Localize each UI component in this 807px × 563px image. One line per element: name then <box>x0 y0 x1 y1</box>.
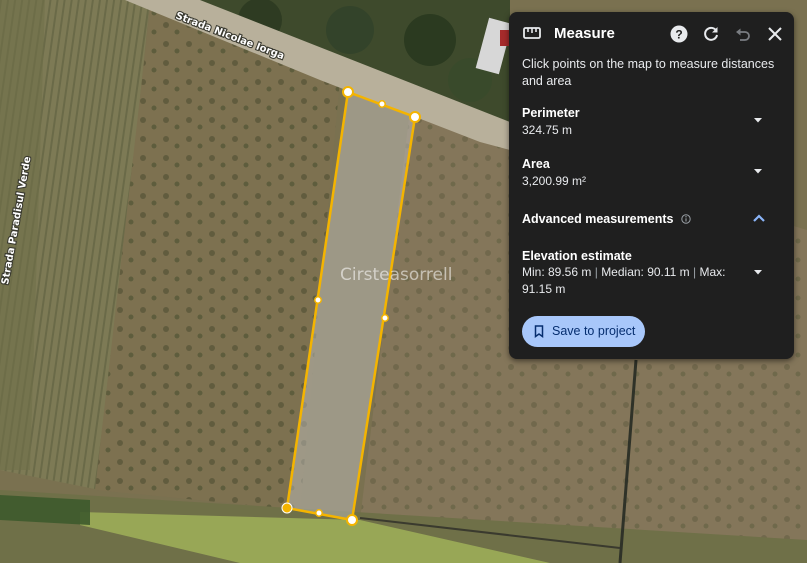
undo-icon[interactable] <box>734 25 752 43</box>
chevron-down-icon[interactable] <box>752 167 764 175</box>
midpoint-handle[interactable] <box>378 100 386 108</box>
separator: | <box>693 265 697 279</box>
vertex-handle[interactable] <box>342 86 354 98</box>
chevron-down-icon[interactable] <box>752 268 764 276</box>
instructions-text: Click points on the map to measure dista… <box>522 57 775 88</box>
ruler-icon <box>523 27 541 39</box>
elevation-values: Min: 89.56 m | Median: 90.11 m | Max: 91.… <box>522 264 732 298</box>
separator: | <box>594 265 598 279</box>
help-icon[interactable]: ? <box>670 25 688 43</box>
perimeter-value: 324.75 m <box>522 123 573 137</box>
vertex-handle-active[interactable] <box>281 502 293 514</box>
reset-icon[interactable] <box>702 25 720 43</box>
midpoint-handle[interactable] <box>314 296 322 304</box>
midpoint-handle[interactable] <box>381 314 389 322</box>
elevation-max-label: Max: <box>699 265 726 279</box>
area-label: Area <box>522 157 550 171</box>
measure-panel: Measure ? Click points on the map to mea… <box>509 12 794 359</box>
chevron-up-icon[interactable] <box>752 213 766 223</box>
elevation-median: Median: 90.11 m <box>601 265 690 279</box>
vertex-handle[interactable] <box>346 514 358 526</box>
panel-title: Measure <box>554 25 615 42</box>
advanced-measurements-toggle[interactable]: Advanced measurements <box>522 212 691 226</box>
perimeter-label: Perimeter <box>522 106 580 120</box>
close-icon[interactable] <box>767 26 783 42</box>
elevation-min: Min: 89.56 m <box>522 265 592 279</box>
panel-header: Measure ? <box>509 12 794 54</box>
elevation-label: Elevation estimate <box>522 249 632 263</box>
advanced-measurements-label: Advanced measurements <box>522 212 674 226</box>
vertex-handle[interactable] <box>409 111 421 123</box>
save-to-project-button[interactable]: Save to project <box>522 316 645 347</box>
info-icon[interactable] <box>681 214 691 224</box>
elevation-max-value: 91.15 m <box>522 282 566 296</box>
save-to-project-label: Save to project <box>552 324 636 338</box>
watermark: Cirsteasorrell <box>340 265 452 285</box>
bookmark-icon <box>534 325 544 338</box>
area-value: 3,200.99 m² <box>522 174 587 188</box>
midpoint-handle[interactable] <box>315 509 323 517</box>
chevron-down-icon[interactable] <box>752 116 764 124</box>
svg-text:?: ? <box>675 28 682 42</box>
